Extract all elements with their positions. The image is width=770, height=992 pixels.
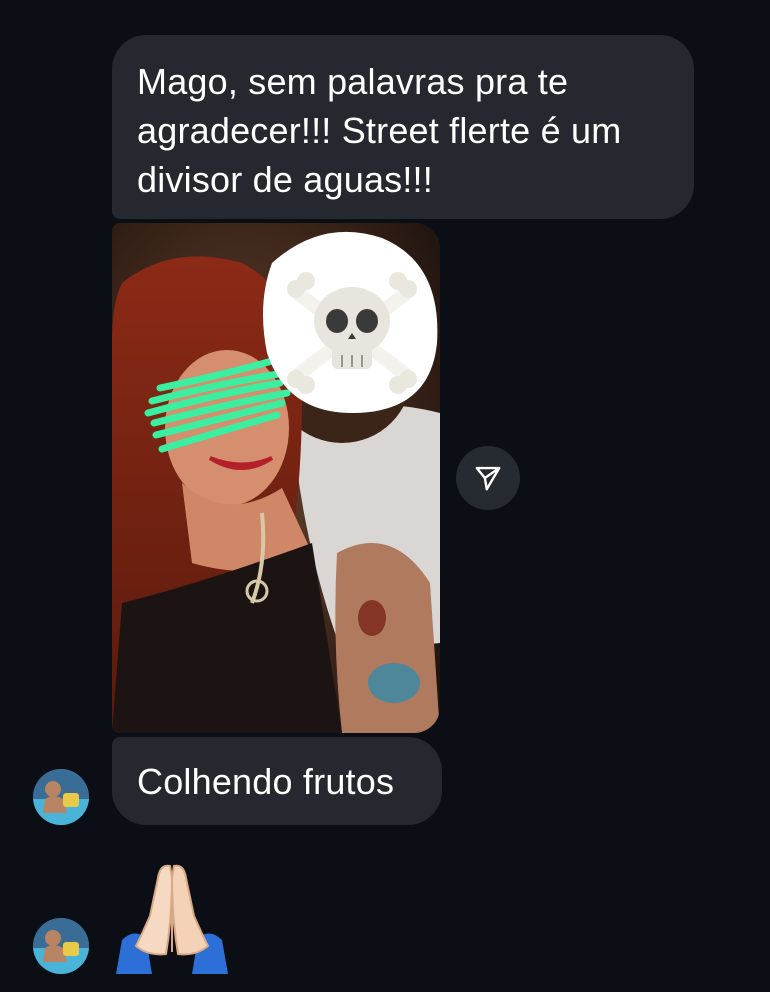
- message-line: Mago, sem palavras pra te: [137, 61, 569, 102]
- avatar[interactable]: [33, 918, 89, 974]
- share-button[interactable]: [456, 446, 520, 510]
- message-bubble-received[interactable]: Mago, sem palavras pra te agradecer!!! S…: [112, 35, 694, 219]
- photo-message[interactable]: [112, 223, 440, 733]
- message-line: divisor de aguas!!!: [137, 159, 433, 200]
- message-line: agradecer!!! Street flerte é um: [137, 110, 622, 151]
- photo-image: [112, 223, 440, 733]
- user-avatar: [33, 918, 89, 974]
- user-avatar: [33, 769, 89, 825]
- send-icon: [475, 466, 501, 491]
- pray-emoji-message[interactable]: [112, 858, 232, 974]
- avatar[interactable]: [33, 769, 89, 825]
- praying-hands-icon: [116, 864, 228, 974]
- message-bubble-received[interactable]: Colhendo frutos: [112, 737, 442, 825]
- chat-thread: Mago, sem palavras pra te agradecer!!! S…: [0, 0, 770, 992]
- message-text: Colhendo frutos: [137, 761, 395, 802]
